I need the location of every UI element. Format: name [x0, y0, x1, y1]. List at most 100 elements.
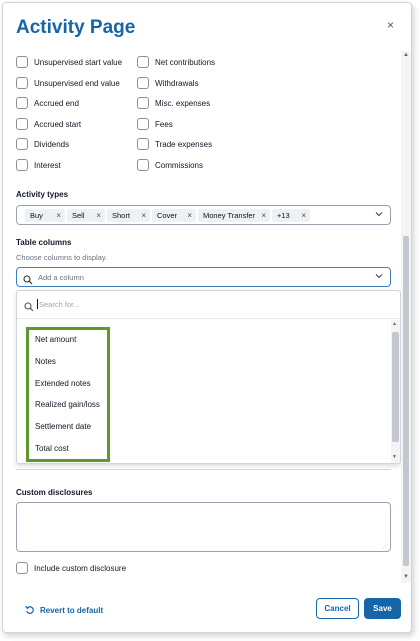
chevron-down-icon[interactable]: [375, 210, 383, 220]
option-realized-gain-loss[interactable]: Realized gain/loss: [35, 400, 100, 409]
chip-label: Short: [112, 211, 130, 220]
dialog-footer: Revert to default Cancel Save: [3, 583, 411, 633]
dropdown-search[interactable]: Search for...: [17, 291, 400, 319]
checkbox-box[interactable]: [137, 56, 149, 68]
scroll-thumb[interactable]: [392, 332, 399, 442]
chip-remove-icon[interactable]: ×: [96, 209, 101, 222]
checkbox-dividends[interactable]: Dividends: [16, 138, 69, 150]
checkbox-label: Interest: [34, 160, 61, 170]
activity-types-select[interactable]: Buy × Sell × Short × Cover × Money Trans…: [16, 205, 391, 225]
checkbox-label: Trade expenses: [155, 139, 213, 149]
checkbox-box[interactable]: [16, 97, 28, 109]
checkbox-box[interactable]: [137, 118, 149, 130]
checkbox-box[interactable]: [16, 118, 28, 130]
options-highlight: [26, 327, 110, 462]
option-settlement-date[interactable]: Settlement date: [35, 422, 91, 431]
checkbox-fees[interactable]: Fees: [137, 118, 173, 130]
chip-remove-icon[interactable]: ×: [301, 209, 306, 222]
dropdown-scrollbar[interactable]: ▲ ▼: [391, 320, 400, 463]
checkbox-unsupervised-start-value[interactable]: Unsupervised start value: [16, 56, 122, 68]
checkbox-interest[interactable]: Interest: [16, 159, 61, 171]
checkbox-label: Include custom disclosure: [34, 563, 127, 573]
checkbox-label: Fees: [155, 119, 173, 129]
checkbox-label: Unsupervised end value: [34, 78, 120, 88]
chip-label: Money Transfer: [203, 211, 256, 220]
checkbox-accrued-end[interactable]: Accrued end: [16, 97, 79, 109]
dialog-title: Activity Page: [16, 17, 136, 38]
cancel-button[interactable]: Cancel: [316, 598, 359, 619]
checkbox-box[interactable]: [137, 77, 149, 89]
chip-remove-icon[interactable]: ×: [187, 209, 192, 222]
activity-page-dialog: Activity Page × Unsupervised start value…: [2, 2, 412, 633]
checkbox-label: Misc. expenses: [155, 98, 211, 108]
chip-label: +13: [277, 211, 290, 220]
checkbox-box[interactable]: [16, 562, 28, 574]
chip-money-transfer: Money Transfer ×: [198, 209, 270, 222]
search-icon: [23, 272, 33, 290]
column-dropdown: Search for... Net amount Notes Extended …: [16, 290, 401, 464]
chip-remove-icon[interactable]: ×: [261, 209, 266, 222]
add-column-select[interactable]: Add a column: [16, 267, 391, 287]
text-caret: [37, 299, 38, 309]
search-icon: [24, 299, 34, 317]
option-net-amount[interactable]: Net amount: [35, 335, 76, 344]
chip-remove-icon[interactable]: ×: [56, 209, 61, 222]
checkbox-box[interactable]: [16, 56, 28, 68]
revert-to-default-link[interactable]: Revert to default: [25, 605, 103, 615]
checkbox-commissions[interactable]: Commissions: [137, 159, 203, 171]
chip-more-count: +13 ×: [272, 209, 310, 222]
chip-label: Cover: [157, 211, 178, 220]
checkbox-label: Dividends: [34, 139, 70, 149]
save-button[interactable]: Save: [364, 598, 401, 619]
checkbox-label: Net contributions: [155, 57, 216, 67]
scroll-up-icon[interactable]: ▲: [403, 52, 409, 58]
checkbox-withdrawals[interactable]: Withdrawals: [137, 77, 199, 89]
checkbox-include-custom-disclosure[interactable]: Include custom disclosure: [16, 562, 126, 574]
revert-label: Revert to default: [40, 605, 104, 615]
chip-cover: Cover ×: [152, 209, 196, 222]
checkbox-box[interactable]: [137, 97, 149, 109]
dialog-body: Unsupervised start value Unsupervised en…: [3, 51, 401, 583]
custom-disclosures-label: Custom disclosures: [16, 488, 93, 497]
scroll-down-icon[interactable]: ▼: [403, 574, 409, 580]
scroll-thumb[interactable]: [403, 236, 409, 566]
checkbox-label: Accrued end: [34, 98, 79, 108]
checkbox-trade-expenses[interactable]: Trade expenses: [137, 138, 212, 150]
chip-buy: Buy ×: [25, 209, 65, 222]
custom-disclosure-textarea[interactable]: ⋰: [16, 502, 391, 552]
add-column-placeholder: Add a column: [38, 273, 84, 282]
chip-label: Buy: [30, 211, 43, 220]
option-notes[interactable]: Notes: [35, 357, 56, 366]
checkbox-box[interactable]: [137, 159, 149, 171]
chip-short: Short ×: [107, 209, 150, 222]
checkbox-box[interactable]: [16, 77, 28, 89]
divider: [16, 469, 391, 470]
option-total-cost[interactable]: Total cost: [35, 444, 69, 453]
close-icon[interactable]: ×: [387, 18, 394, 32]
table-columns-label: Table columns: [16, 238, 72, 247]
checkbox-misc-expenses[interactable]: Misc. expenses: [137, 97, 210, 109]
checkbox-label: Unsupervised start value: [34, 57, 123, 67]
checkbox-label: Commissions: [155, 160, 204, 170]
chip-label: Sell: [72, 211, 85, 220]
checkbox-label: Withdrawals: [155, 78, 199, 88]
resize-grip-icon[interactable]: ⋰: [382, 543, 388, 550]
checkbox-box[interactable]: [16, 159, 28, 171]
revert-icon: [25, 605, 34, 614]
chevron-down-icon[interactable]: [375, 272, 383, 282]
option-extended-notes[interactable]: Extended notes: [35, 379, 91, 388]
table-columns-hint: Choose columns to display.: [16, 253, 108, 262]
dialog-scrollbar[interactable]: ▲ ▼: [401, 51, 411, 583]
scroll-up-icon[interactable]: ▲: [392, 321, 397, 327]
checkbox-unsupervised-end-value[interactable]: Unsupervised end value: [16, 77, 120, 89]
dropdown-search-input[interactable]: Search for...: [39, 300, 79, 309]
chip-sell: Sell ×: [67, 209, 105, 222]
checkbox-accrued-start[interactable]: Accrued start: [16, 118, 81, 130]
chip-remove-icon[interactable]: ×: [141, 209, 146, 222]
scroll-down-icon[interactable]: ▼: [392, 454, 397, 460]
checkbox-box[interactable]: [16, 138, 28, 150]
checkbox-net-contributions[interactable]: Net contributions: [137, 56, 215, 68]
activity-types-label: Activity types: [16, 190, 69, 199]
checkbox-box[interactable]: [137, 138, 149, 150]
checkbox-label: Accrued start: [34, 119, 82, 129]
